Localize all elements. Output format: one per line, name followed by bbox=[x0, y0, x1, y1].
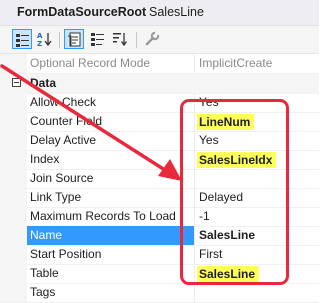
properties-button[interactable] bbox=[64, 29, 84, 49]
property-row-tags[interactable]: Tags bbox=[0, 283, 319, 303]
category-label: Data bbox=[30, 76, 57, 90]
property-name: Allow Check bbox=[30, 95, 97, 109]
svg-text:Z: Z bbox=[37, 40, 42, 47]
property-name: Join Source bbox=[30, 171, 94, 185]
sort-order-icon bbox=[113, 33, 128, 47]
element-type-label: FormDataSourceRoot bbox=[17, 5, 147, 19]
property-row[interactable]: Optional Record Mode ImplicitCreate bbox=[0, 54, 319, 74]
toolbar-separator bbox=[59, 32, 60, 48]
category-row-data[interactable]: Data bbox=[0, 74, 319, 94]
property-name: Counter Field bbox=[30, 114, 103, 128]
categorized-button[interactable] bbox=[12, 29, 32, 49]
property-name: Start Position bbox=[30, 247, 102, 261]
property-name: Tags bbox=[30, 285, 56, 299]
events-icon bbox=[91, 33, 104, 46]
property-name: Link Type bbox=[30, 190, 82, 204]
categorized-icon bbox=[16, 34, 29, 47]
toolbar-separator bbox=[136, 32, 137, 48]
properties-icon bbox=[68, 32, 81, 47]
properties-toolbar: A Z bbox=[0, 26, 319, 54]
wrench-icon bbox=[145, 31, 160, 46]
svg-text:A: A bbox=[37, 32, 43, 40]
property-name: Index bbox=[30, 152, 60, 166]
alphabetical-button[interactable]: A Z bbox=[35, 29, 55, 49]
sort-order-button[interactable] bbox=[110, 29, 130, 49]
element-name-label: SalesLine bbox=[149, 5, 204, 19]
annotation-highlight-box bbox=[180, 99, 289, 285]
property-name: Optional Record Mode bbox=[30, 56, 151, 70]
property-name: Maximum Records To Load bbox=[30, 209, 176, 223]
property-pages-button[interactable] bbox=[142, 29, 162, 49]
events-button[interactable] bbox=[88, 29, 108, 49]
property-name: Delay Active bbox=[30, 133, 97, 147]
property-name: Table bbox=[30, 266, 59, 280]
property-value[interactable]: ImplicitCreate bbox=[199, 56, 272, 70]
alphabetical-sort-icon: A Z bbox=[37, 32, 52, 47]
collapse-icon[interactable] bbox=[12, 78, 21, 87]
properties-title-bar: FormDataSourceRoot SalesLine bbox=[0, 0, 319, 26]
property-name: Name bbox=[27, 226, 194, 245]
